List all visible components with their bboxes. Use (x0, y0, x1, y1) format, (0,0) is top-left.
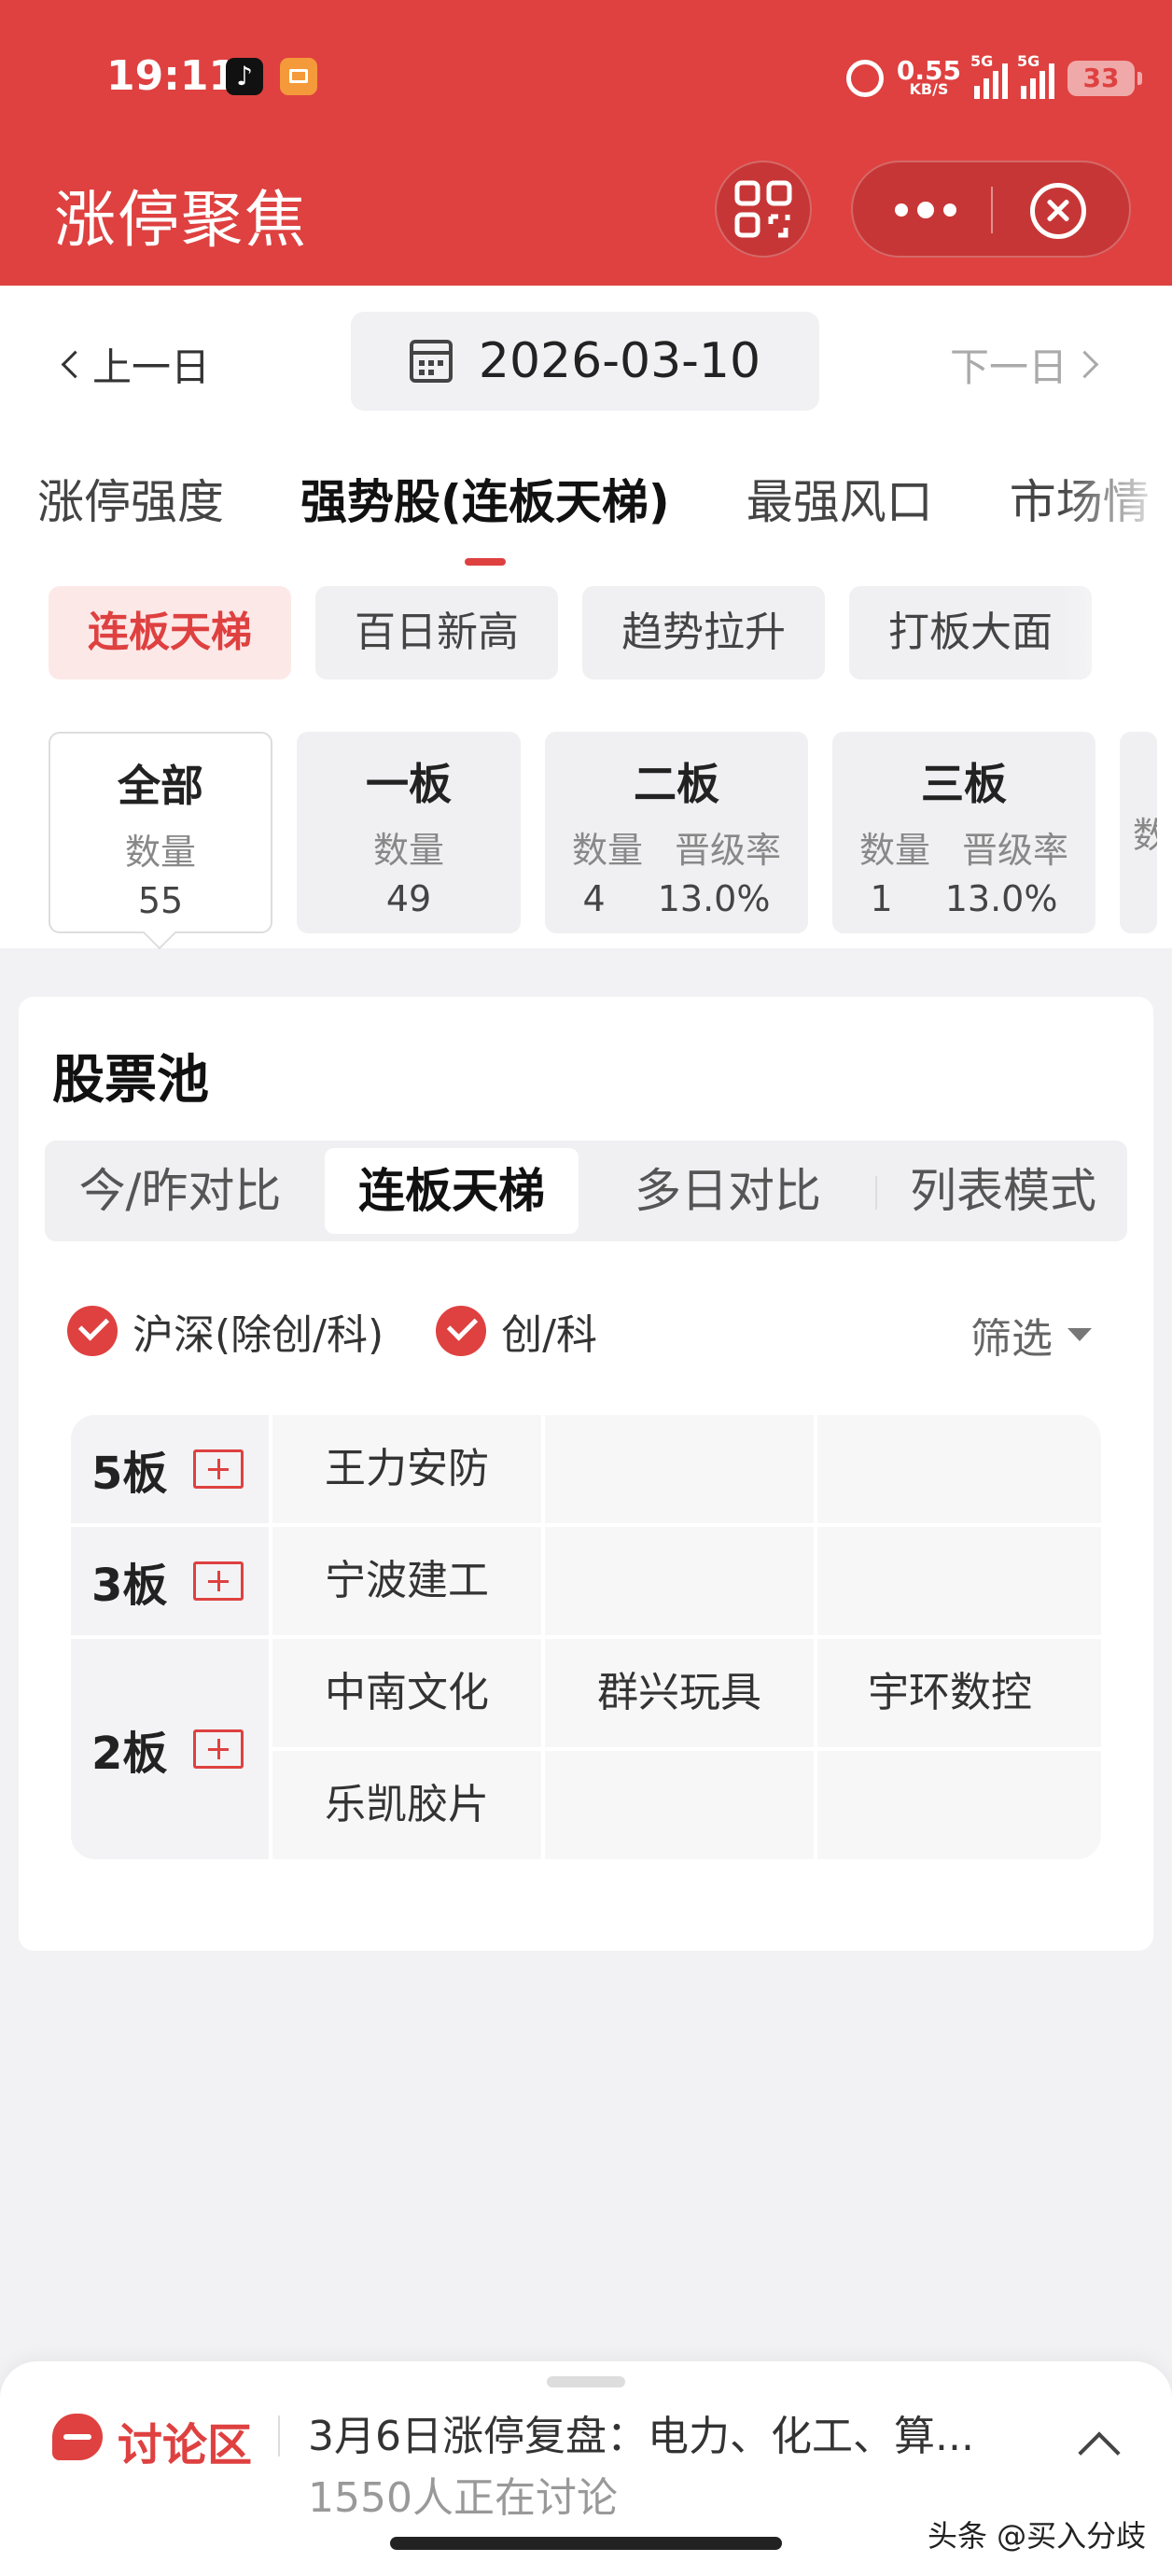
ladder-row: 3板 宁波建工 (71, 1527, 1101, 1639)
board-card-3[interactable]: 三板 数量 晋级率 1 13.0% (832, 732, 1095, 933)
pool-title: 股票池 (52, 1050, 209, 1111)
view-ladder[interactable]: 连板天梯 (325, 1148, 579, 1234)
status-indicators: 0.55 KB/S 5G 5G 33 (845, 50, 1142, 106)
market-filters: 沪深(除创/科) 创/科 (67, 1301, 635, 1361)
signal-icon: 5G (970, 52, 1008, 99)
chevron-left-icon (61, 350, 90, 379)
signal-icon-2: 5G (1017, 52, 1054, 99)
ladder-row: 5板 王力安防 (71, 1415, 1101, 1527)
drag-handle[interactable] (547, 2376, 625, 2387)
expand-plus-icon[interactable] (193, 1729, 244, 1769)
tiktok-icon: ♪ (226, 58, 263, 95)
caret-down-icon (1067, 1328, 1092, 1341)
stock-cell (817, 1415, 1082, 1523)
checkbox-gem-star[interactable] (436, 1306, 487, 1356)
page-title: 涨停聚焦 (54, 184, 308, 256)
chip-limit-ladder[interactable]: 连板天梯 (49, 586, 291, 679)
view-compare[interactable]: 今/昨对比 (45, 1148, 315, 1234)
stock-pool-card: 股票池 今/昨对比 连板天梯 多日对比 列表模式 沪深(除创/科) 创/科 筛选… (19, 997, 1153, 1951)
battery-icon: 33 (1067, 61, 1142, 96)
prev-day-button[interactable]: 上一日 (61, 336, 210, 393)
stock-cell (817, 1527, 1082, 1635)
net-speed: 0.55 KB/S (896, 55, 961, 98)
view-switcher: 今/昨对比 连板天梯 多日对比 列表模式 (45, 1141, 1127, 1241)
stock-cell[interactable]: 群兴玩具 (545, 1639, 817, 1747)
status-time: 19:11 (106, 52, 238, 100)
stock-cell[interactable]: 中南文化 (272, 1639, 545, 1747)
tab-hot-sector[interactable]: 最强风口 (746, 465, 933, 532)
board-card-4[interactable]: 数 (1120, 732, 1157, 933)
mini-program-capsule (851, 161, 1131, 258)
filter-label-gem-star: 创/科 (501, 1311, 597, 1359)
more-icon[interactable] (888, 189, 963, 231)
next-day-button[interactable]: 下一日 (950, 336, 1099, 393)
chip-trend-rise[interactable]: 趋势拉升 (582, 586, 825, 679)
stock-cell (545, 1751, 817, 1859)
filter-label-sh-sz: 沪深(除创/科) (133, 1311, 384, 1359)
expand-plus-icon[interactable] (193, 1561, 244, 1601)
ladder-row: 2板 中南文化 群兴玩具 宇环数控 乐凯胶片 (71, 1639, 1101, 1859)
ladder-level: 2板 (91, 1728, 168, 1780)
tab-limit-strength[interactable]: 涨停强度 (37, 465, 224, 532)
limit-ladder-table: 5板 王力安防 3板 宁波建工 2板 中南文化 群兴玩具 宇环数控 乐凯胶片 (71, 1415, 1101, 1859)
stock-cell[interactable]: 宁波建工 (272, 1527, 545, 1635)
board-card-1[interactable]: 一板 数量 49 (297, 732, 521, 933)
discussion-label: 讨论区 (118, 2419, 253, 2471)
discussion-preview[interactable]: 3月6日涨停复盘：电力、化工、算... 1550人正在讨论 (308, 2406, 1045, 2522)
chat-bubble-icon (52, 2414, 103, 2460)
stock-cell[interactable]: 宇环数控 (817, 1639, 1082, 1747)
view-multi-day[interactable]: 多日对比 (588, 1148, 868, 1234)
chevron-right-icon (1070, 350, 1099, 379)
sub-chips: 连板天梯 百日新高 趋势拉升 打板大面 (49, 586, 1092, 679)
main-tabs: 涨停强度 强势股(连板天梯) 最强风口 市场情 (37, 465, 1172, 566)
board-card-2[interactable]: 二板 数量 晋级率 4 13.0% (545, 732, 808, 933)
chip-board-loss[interactable]: 打板大面 (849, 586, 1092, 679)
ladder-level: 5板 (91, 1448, 168, 1500)
current-date: 2026-03-10 (478, 333, 761, 389)
ladder-level: 3板 (91, 1560, 168, 1612)
expand-plus-icon[interactable] (193, 1449, 244, 1489)
chip-100day-high[interactable]: 百日新高 (315, 586, 558, 679)
stock-cell (817, 1751, 1082, 1859)
checkbox-sh-sz[interactable] (67, 1306, 118, 1356)
board-summary: 全部 数量 55 一板 数量 49 二板 数量 晋级率 4 13.0% 三板 数量晋… (49, 732, 1157, 933)
calendar-icon (409, 340, 453, 383)
view-list[interactable]: 列表模式 (879, 1148, 1127, 1234)
tab-strong-stocks[interactable]: 强势股(连板天梯) (300, 465, 670, 566)
reader-icon (280, 58, 317, 95)
chevron-up-icon[interactable] (1078, 2431, 1121, 2474)
screen-dropdown[interactable]: 筛选 (970, 1305, 1092, 1365)
stock-cell[interactable]: 乐凯胶片 (272, 1751, 545, 1859)
date-picker[interactable]: 2026-03-10 (351, 312, 819, 411)
scan-icon (734, 180, 792, 238)
stock-cell (545, 1415, 817, 1523)
home-indicator[interactable] (390, 2537, 782, 2550)
board-card-all[interactable]: 全部 数量 55 (49, 732, 272, 933)
close-icon[interactable] (1030, 183, 1086, 239)
watermark: 头条 @买入分歧 (928, 2518, 1147, 2554)
stock-cell (545, 1527, 817, 1635)
app-header: 19:11 ♪ 0.55 KB/S 5G 5G 33 涨停聚焦 (0, 0, 1172, 286)
stock-cell[interactable]: 王力安防 (272, 1415, 545, 1523)
alarm-icon (845, 60, 884, 97)
scan-button[interactable] (715, 161, 812, 258)
